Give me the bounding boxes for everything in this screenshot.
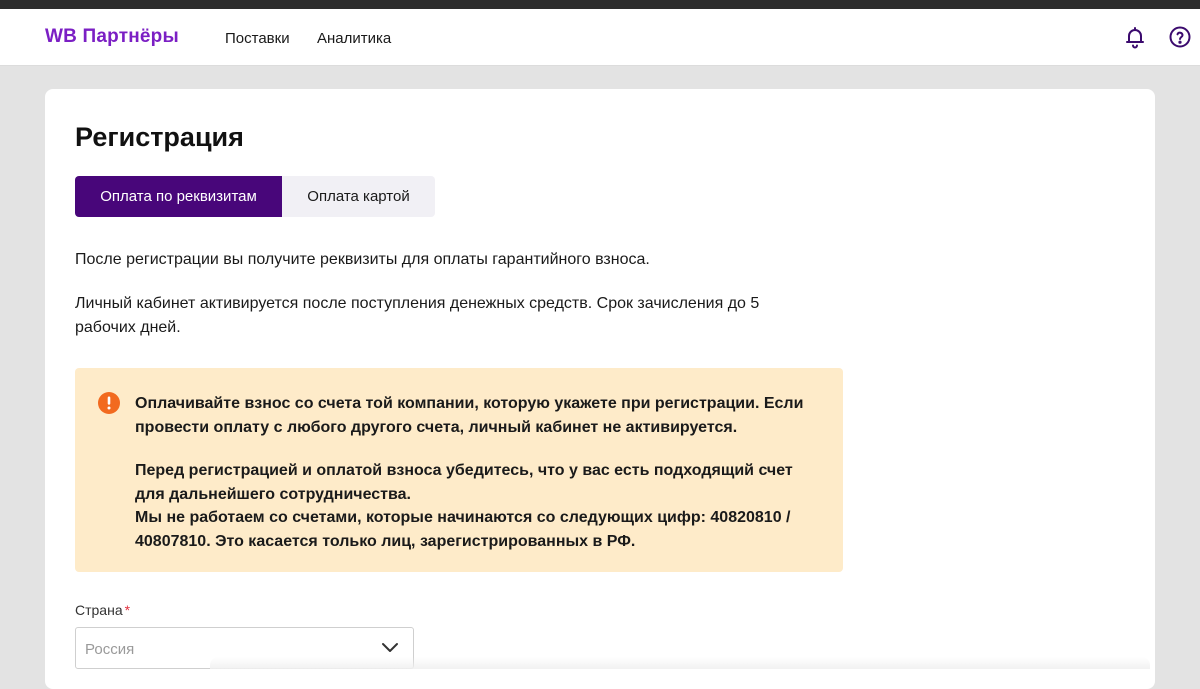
help-icon[interactable] [1168, 25, 1192, 49]
warning-text-account: Оплачивайте взнос со счета той компании,… [135, 395, 804, 436]
top-header: WB Партнёры Поставки Аналитика [0, 9, 1200, 66]
tab-payment-by-requisites[interactable]: Оплата по реквизитам [75, 176, 282, 217]
warning-text-check-account: Перед регистрацией и оплатой взноса убед… [135, 462, 793, 503]
country-select-value: Россия [85, 641, 135, 658]
window-top-strip [0, 0, 1200, 9]
warning-text-excluded-accounts: Мы не работаем со счетами, которые начин… [135, 509, 791, 550]
info-paragraph-requisites: После регистрации вы получите реквизиты … [75, 251, 650, 268]
bell-icon[interactable] [1123, 25, 1147, 49]
warning-text-accounts-restriction: Перед регистрацией и оплатой взноса убед… [135, 459, 825, 553]
registration-card: Регистрация Оплата по реквизитам Оплата … [45, 89, 1155, 689]
required-mark: * [124, 602, 131, 618]
country-field-label: Страна * [75, 602, 130, 618]
nav-item-postavki[interactable]: Поставки [225, 30, 290, 47]
info-paragraph-activation: Личный кабинет активируется после поступ… [75, 295, 760, 336]
tab-payment-by-card[interactable]: Оплата картой [282, 176, 435, 217]
chevron-down-icon [382, 643, 398, 652]
logo[interactable]: WB Партнёры [45, 26, 179, 48]
page-title: Регистрация [75, 122, 244, 152]
country-label-text: Страна [75, 602, 123, 618]
exclamation-circle-icon [98, 392, 120, 414]
bottom-overlay-edge [210, 657, 1150, 669]
nav-item-analitika[interactable]: Аналитика [317, 30, 391, 47]
warning-banner: Оплачивайте взнос со счета той компании,… [75, 368, 843, 572]
